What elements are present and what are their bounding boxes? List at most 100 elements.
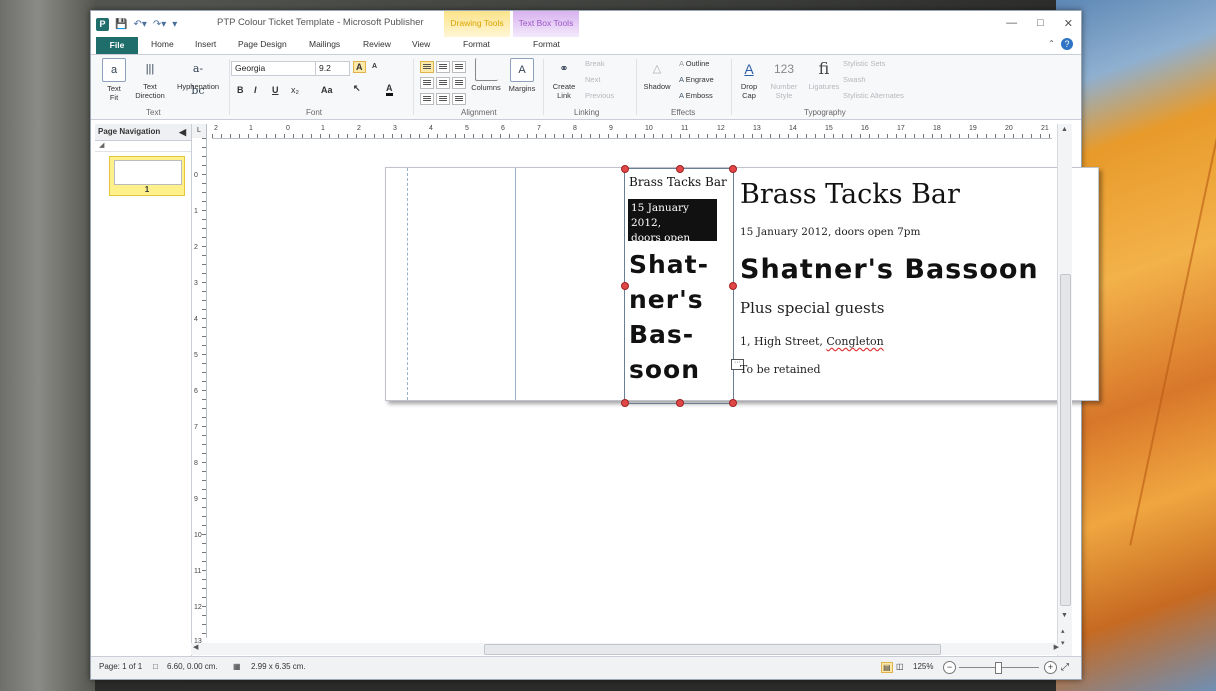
close-icon[interactable]: ✕ <box>1064 17 1073 30</box>
horizontal-ruler[interactable]: 2 1 0 1 2 3 4 5 6 7 8 9 10 11 12 13 14 1… <box>212 124 1052 139</box>
resize-handle[interactable] <box>676 165 684 173</box>
minimize-icon[interactable]: — <box>1006 17 1017 30</box>
help-icon[interactable]: ? <box>1061 38 1073 50</box>
align-bottom-left-button[interactable] <box>420 93 434 105</box>
outline-button[interactable]: A Outline <box>679 59 709 68</box>
tab-page-design[interactable]: Page Design <box>238 39 287 49</box>
main-venue-title[interactable]: Brass Tacks Bar <box>740 179 960 210</box>
hyphenation-button[interactable]: a-bc Hyphenation <box>171 58 225 97</box>
horizontal-scroll-thumb[interactable] <box>484 644 941 655</box>
number-style-button[interactable]: 123 Number Style <box>766 58 802 100</box>
stylistic-sets-button[interactable]: Stylistic Sets <box>843 59 886 68</box>
align-top-right-button[interactable] <box>452 61 466 73</box>
collapse-pane-icon[interactable]: ◀ <box>179 124 186 140</box>
tab-mailings[interactable]: Mailings <box>309 39 340 49</box>
zoom-level[interactable]: 125% <box>913 662 933 671</box>
drop-cap-button[interactable]: A Drop Cap <box>734 58 764 100</box>
create-link-button[interactable]: ⚭ Create Link <box>548 58 580 100</box>
page-thumbnail[interactable]: 1 <box>109 156 185 196</box>
fit-page-icon[interactable]: ⤢ <box>1061 662 1069 673</box>
scroll-left-icon[interactable]: ◀ <box>193 643 198 651</box>
resize-handle[interactable] <box>729 399 737 407</box>
engrave-button[interactable]: A Engrave <box>679 75 714 84</box>
tab-review[interactable]: Review <box>363 39 391 49</box>
main-retain-note[interactable]: To be retained <box>740 363 821 376</box>
page-count[interactable]: Page: 1 of 1 <box>99 662 142 671</box>
tab-insert[interactable]: Insert <box>195 39 216 49</box>
resize-handle[interactable] <box>621 282 629 290</box>
main-band-name[interactable]: Shatner's Bassoon <box>740 254 1039 285</box>
single-page-view-icon[interactable]: ▤ <box>881 662 893 673</box>
page-navigation-section-toggle[interactable]: ◢ <box>95 141 191 152</box>
ruler-tab-selector[interactable]: L <box>192 124 207 139</box>
customize-qat-icon[interactable]: ▾ <box>172 19 177 30</box>
next-link-button[interactable]: Next <box>585 75 600 84</box>
main-guests-line[interactable]: Plus special guests <box>740 299 884 317</box>
main-address-line[interactable]: 1, High Street, Congleton <box>740 335 884 348</box>
italic-button[interactable]: I <box>254 85 257 95</box>
margins-button[interactable]: A Margins <box>505 58 539 93</box>
resize-handle[interactable] <box>621 165 629 173</box>
undo-icon[interactable]: ↶▾ <box>133 19 146 30</box>
align-bottom-center-button[interactable] <box>436 93 450 105</box>
tab-view[interactable]: View <box>412 39 430 49</box>
previous-link-button[interactable]: Previous <box>585 91 614 100</box>
scroll-right-icon[interactable]: ▶ <box>1054 643 1059 651</box>
align-middle-center-button[interactable] <box>436 77 450 89</box>
resize-handle[interactable] <box>729 165 737 173</box>
resize-handle[interactable] <box>676 399 684 407</box>
font-color-button[interactable]: A <box>386 83 393 96</box>
two-page-view-icon[interactable]: ◫ <box>896 662 904 671</box>
align-top-center-button[interactable] <box>436 61 450 73</box>
align-top-left-button[interactable] <box>420 61 434 73</box>
ruler-label: 11 <box>194 568 202 575</box>
next-page-icon[interactable]: ▾ <box>1061 639 1065 647</box>
stub-text-box-selected[interactable]: Brass Tacks Bar 15 January 2012, doors o… <box>621 165 737 407</box>
main-date-line[interactable]: 15 January 2012, doors open 7pm <box>740 226 920 238</box>
vertical-scrollbar[interactable]: ▲ ▼ ▴ ▾ <box>1057 124 1072 656</box>
align-middle-left-button[interactable] <box>420 77 434 89</box>
font-name-combo[interactable]: Georgia <box>231 61 316 76</box>
tab-file[interactable]: File <box>96 37 138 54</box>
ligatures-button[interactable]: fi Ligatures <box>804 58 844 91</box>
change-case-button[interactable]: Aa <box>321 85 333 95</box>
bold-button[interactable]: B <box>237 85 244 95</box>
ticket-page[interactable]: Brass Tacks Bar 15 January 2012, doors o… <box>385 165 1099 407</box>
grow-font-button[interactable]: A <box>353 61 366 73</box>
redo-icon[interactable]: ↷▾ <box>153 19 166 30</box>
subscript-button[interactable]: x₂ <box>291 85 299 95</box>
align-middle-right-button[interactable] <box>452 77 466 89</box>
document-workspace[interactable]: L 2 1 0 1 2 3 4 5 6 7 8 9 10 11 12 13 14… <box>192 124 1099 656</box>
tab-format-text-box[interactable]: Format <box>533 39 560 49</box>
text-direction-button[interactable]: ||| Text Direction <box>131 58 169 100</box>
align-bottom-right-button[interactable] <box>452 93 466 105</box>
swash-button[interactable]: Swash <box>843 75 866 84</box>
resize-handle[interactable] <box>729 282 737 290</box>
scroll-down-icon[interactable]: ▼ <box>1061 612 1068 619</box>
publisher-app-icon[interactable]: P <box>96 18 109 31</box>
tab-home[interactable]: Home <box>151 39 174 49</box>
underline-button[interactable]: U <box>272 85 279 95</box>
scroll-up-icon[interactable]: ▲ <box>1061 126 1068 133</box>
resize-handle[interactable] <box>621 399 629 407</box>
shrink-font-button[interactable]: A <box>372 63 377 70</box>
ruler-label: 9 <box>194 496 198 503</box>
zoom-out-icon[interactable]: − <box>943 661 956 674</box>
horizontal-scrollbar[interactable]: ◀ ▶ <box>191 643 1061 655</box>
break-link-button[interactable]: Break <box>585 59 605 68</box>
font-size-combo[interactable]: 9.2 <box>315 61 350 76</box>
zoom-slider-knob[interactable] <box>995 662 1002 674</box>
shadow-button[interactable]: △ Shadow <box>639 58 675 91</box>
previous-page-icon[interactable]: ▴ <box>1061 627 1065 635</box>
minimize-ribbon-icon[interactable]: ⌃ <box>1048 39 1055 48</box>
stylistic-alternates-button[interactable]: Stylistic Alternates <box>843 91 904 100</box>
vertical-ruler[interactable]: 0 1 2 3 4 5 6 7 8 9 10 11 12 13 <box>192 138 207 645</box>
tab-format-drawing[interactable]: Format <box>463 39 490 49</box>
vertical-scroll-thumb[interactable] <box>1060 274 1071 606</box>
columns-button[interactable]: Columns <box>469 58 503 92</box>
maximize-icon[interactable]: □ <box>1037 17 1044 30</box>
save-icon[interactable]: 💾 <box>115 19 127 30</box>
text-fit-button[interactable]: a Text Fit <box>99 58 129 102</box>
zoom-in-icon[interactable]: + <box>1044 661 1057 674</box>
emboss-button[interactable]: A Emboss <box>679 91 713 100</box>
